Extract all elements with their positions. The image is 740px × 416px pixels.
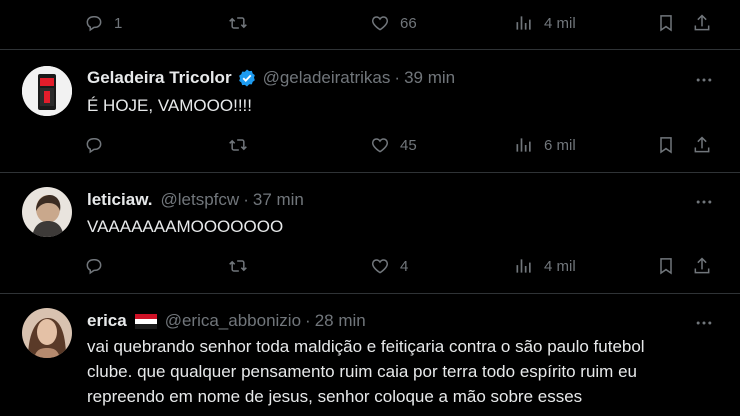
like-count: 66 <box>400 14 417 32</box>
avatar[interactable] <box>22 187 72 237</box>
like-count: 45 <box>400 136 417 154</box>
user-handle[interactable]: @letspfcw <box>161 190 240 210</box>
views-button[interactable]: 4 mil <box>514 254 576 278</box>
reply-icon <box>86 259 102 275</box>
views-count: 4 mil <box>544 257 576 275</box>
reply-button[interactable] <box>84 133 104 157</box>
display-name[interactable]: leticiaw. <box>87 190 153 210</box>
reply-count: 1 <box>114 14 123 32</box>
user-handle[interactable]: @geladeiratrikas <box>263 68 391 88</box>
retweet-button[interactable] <box>228 11 248 35</box>
timestamp[interactable]: 39 min <box>404 68 455 88</box>
reply-icon <box>86 16 102 32</box>
more-icon[interactable] <box>694 70 714 90</box>
separator-dot: · <box>305 311 311 330</box>
retweet-icon <box>229 17 247 29</box>
tweet-text: É HOJE, VAMOOO!!!! <box>87 96 252 115</box>
more-icon[interactable] <box>694 192 714 212</box>
retweet-icon <box>229 139 247 151</box>
more-icon[interactable] <box>694 313 714 333</box>
tweet[interactable]: erica @erica_abbonizio · 28 min vai queb… <box>0 294 740 416</box>
bookmark-button[interactable] <box>656 11 676 35</box>
reply-icon <box>86 138 102 154</box>
views-icon <box>516 259 531 273</box>
share-button[interactable] <box>692 133 712 157</box>
separator-dot: · <box>394 68 401 87</box>
share-icon <box>694 136 710 153</box>
avatar[interactable] <box>22 66 72 116</box>
views-icon <box>516 138 531 152</box>
bookmark-button[interactable] <box>656 133 676 157</box>
views-button[interactable]: 6 mil <box>514 133 576 157</box>
share-button[interactable] <box>692 11 712 35</box>
bookmark-icon <box>660 15 672 32</box>
share-button[interactable] <box>692 254 712 278</box>
share-icon <box>694 257 710 274</box>
user-handle[interactable]: @erica_abbonizio <box>165 311 301 331</box>
views-button[interactable]: 4 mil <box>514 11 576 35</box>
verified-badge-icon <box>238 69 255 87</box>
tweet-actions: 4 4 mil <box>84 254 724 278</box>
bookmark-icon <box>660 137 672 154</box>
tweet-actions: 1 66 4 mil <box>84 11 724 35</box>
display-name[interactable]: Geladeira Tricolor <box>87 68 232 88</box>
flag-icon <box>134 313 157 329</box>
like-count: 4 <box>400 257 409 275</box>
tweet-actions: 45 6 mil <box>84 133 724 157</box>
avatar[interactable] <box>22 308 72 358</box>
tweet[interactable]: leticiaw. @letspfcw · 37 min VAAAAAAAMOO… <box>0 173 740 293</box>
like-icon <box>371 16 389 31</box>
like-button[interactable]: 66 <box>370 11 417 35</box>
views-icon <box>516 16 531 30</box>
tweet-text-line: clube. que qualquer pensamento ruim caia… <box>87 362 637 381</box>
views-count: 6 mil <box>544 136 576 154</box>
like-icon <box>371 259 389 274</box>
tweet-text-line: repreendo em nome de jesus, senhor coloq… <box>87 387 583 406</box>
bookmark-button[interactable] <box>656 254 676 278</box>
like-button[interactable]: 4 <box>370 254 408 278</box>
tweet-header: leticiaw. @letspfcw · 37 min <box>87 190 304 210</box>
tweet-text: vai quebrando senhor toda maldição e fei… <box>87 334 727 409</box>
reply-button[interactable] <box>84 254 104 278</box>
share-icon <box>694 14 710 31</box>
timestamp[interactable]: 28 min <box>315 311 366 331</box>
tweet[interactable]: Geladeira Tricolor @geladeiratrikas · 39… <box>0 50 740 172</box>
like-icon <box>371 138 389 153</box>
retweet-button[interactable] <box>228 254 248 278</box>
retweet-icon <box>229 260 247 272</box>
separator-dot: · <box>243 190 249 209</box>
tweet-text-line: vai quebrando senhor toda maldição e fei… <box>87 337 645 356</box>
views-count: 4 mil <box>544 14 576 32</box>
reply-button[interactable]: 1 <box>84 11 122 35</box>
tweet-header: erica @erica_abbonizio · 28 min <box>87 311 366 331</box>
tweet-text: VAAAAAAAMOOOOOOO <box>87 217 284 236</box>
display-name[interactable]: erica <box>87 311 127 331</box>
retweet-button[interactable] <box>228 133 248 157</box>
bookmark-icon <box>660 258 672 275</box>
timeline-feed: 1 66 4 mil Geladeira Tricolor @geladeira… <box>0 0 740 416</box>
timestamp[interactable]: 37 min <box>253 190 304 210</box>
tweet-header: Geladeira Tricolor @geladeiratrikas · 39… <box>87 68 455 88</box>
like-button[interactable]: 45 <box>370 133 417 157</box>
